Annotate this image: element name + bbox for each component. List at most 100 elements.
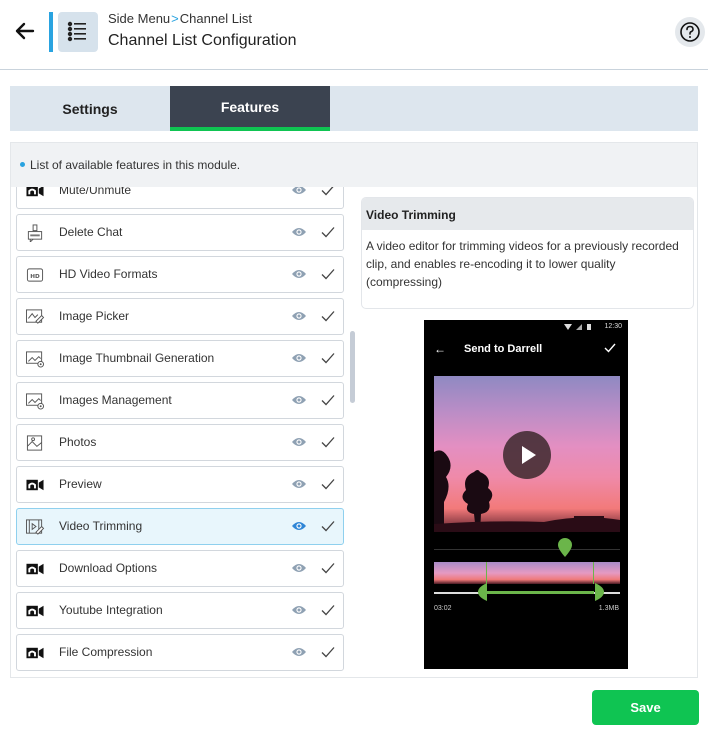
feature-label: Video Trimming	[59, 519, 143, 533]
trim-selection	[486, 591, 594, 594]
feature-item[interactable]: Images Management	[16, 382, 344, 419]
feature-item[interactable]: Mute/Unmute	[16, 187, 344, 209]
breadcrumb-separator: >	[171, 11, 179, 26]
check-icon[interactable]	[321, 477, 335, 491]
page-header: Side Menu>Channel List Channel List Conf…	[0, 0, 708, 70]
feature-item[interactable]: Image Thumbnail Generation	[16, 340, 344, 377]
eye-icon[interactable]	[291, 478, 307, 490]
check-icon[interactable]	[321, 309, 335, 323]
check-icon[interactable]	[321, 519, 335, 533]
feature-item[interactable]: Preview	[16, 466, 344, 503]
feature-label: Youtube Integration	[59, 603, 163, 617]
feature-label: Image Thumbnail Generation	[59, 351, 215, 365]
preview-check-icon	[604, 343, 616, 353]
image-settings-icon	[26, 351, 44, 368]
feature-list-scrollbar[interactable]	[350, 331, 355, 403]
arrow-left-icon	[15, 22, 35, 40]
preview-video	[434, 376, 620, 532]
feature-item[interactable]: Image Picker	[16, 298, 344, 335]
question-circle-icon	[680, 22, 700, 42]
check-icon[interactable]	[321, 187, 335, 197]
check-icon[interactable]	[321, 393, 335, 407]
breadcrumb-current: Channel List	[179, 11, 253, 26]
check-icon[interactable]	[321, 561, 335, 575]
eye-icon[interactable]	[291, 562, 307, 574]
feature-item[interactable]: Photos	[16, 424, 344, 461]
detail-title: Video Trimming	[362, 198, 693, 230]
photo-icon	[26, 435, 43, 451]
eye-icon[interactable]	[291, 520, 307, 532]
feature-item[interactable]: Download Options	[16, 550, 344, 587]
check-icon[interactable]	[321, 645, 335, 659]
check-icon[interactable]	[321, 603, 335, 617]
accent-bar	[49, 12, 53, 52]
feature-label: Image Picker	[59, 309, 130, 323]
eye-icon[interactable]	[291, 436, 307, 448]
help-button[interactable]	[675, 17, 705, 47]
eye-icon[interactable]	[291, 646, 307, 658]
breadcrumb: Side Menu>Channel List	[108, 11, 252, 26]
trim-handle-right	[595, 583, 604, 601]
save-button[interactable]: Save	[592, 690, 699, 725]
feature-detail-card: Video Trimming A video editor for trimmi…	[361, 197, 694, 309]
feature-item[interactable]: File Compression	[16, 634, 344, 671]
hd-icon: HD	[26, 268, 44, 282]
eye-icon[interactable]	[291, 310, 307, 322]
file-size: 1.3MB	[598, 605, 619, 612]
eye-icon[interactable]	[291, 268, 307, 280]
features-panel: List of available features in this modul…	[10, 142, 698, 678]
eye-icon[interactable]	[291, 187, 307, 196]
feature-label: HD Video Formats	[59, 267, 158, 281]
feature-label: Download Options	[59, 561, 158, 575]
camera-video-icon	[26, 563, 44, 575]
check-icon[interactable]	[321, 225, 335, 239]
check-icon[interactable]	[321, 351, 335, 365]
seek-line	[434, 549, 620, 550]
play-icon	[503, 431, 551, 479]
list-icon	[67, 21, 86, 42]
feature-label: Delete Chat	[59, 225, 123, 239]
tab-features[interactable]: Features	[170, 86, 330, 131]
check-icon[interactable]	[321, 267, 335, 281]
bullet-dot	[20, 162, 25, 168]
back-button[interactable]	[12, 18, 38, 44]
feature-label: Mute/Unmute	[59, 187, 132, 197]
feature-item[interactable]: HD HD Video Formats	[16, 256, 344, 293]
seek-pin-icon	[558, 538, 572, 557]
eye-icon[interactable]	[291, 226, 307, 238]
feature-label: Images Management	[59, 393, 172, 407]
eye-icon[interactable]	[291, 394, 307, 406]
feature-preview-image: 12:30 ← Send to Darrell 03:02 1.3MB	[424, 320, 628, 669]
feature-list: Mute/Unmute Delete Chat HD HD Video Formats…	[16, 187, 346, 677]
svg-text:HD: HD	[30, 274, 40, 280]
camera-video-icon	[26, 187, 44, 197]
feature-item[interactable]: Video Trimming	[16, 508, 344, 545]
eye-icon[interactable]	[291, 604, 307, 616]
status-time: 12:30	[604, 323, 622, 330]
camera-video-icon	[26, 605, 44, 617]
feature-item[interactable]: Youtube Integration	[16, 592, 344, 629]
trim-selection-box	[486, 562, 594, 584]
feature-item[interactable]: Delete Chat	[16, 214, 344, 251]
trim-handle-left	[478, 583, 487, 601]
feature-label: File Compression	[59, 645, 153, 659]
image-edit-icon	[26, 309, 45, 324]
info-text: List of available features in this modul…	[30, 158, 241, 172]
tab-settings[interactable]: Settings	[10, 86, 170, 131]
feature-label: Photos	[59, 435, 97, 449]
preview-screen-title: Send to Darrell	[464, 343, 543, 355]
delete-chat-icon	[27, 224, 43, 242]
eye-icon[interactable]	[291, 352, 307, 364]
detail-description: A video editor for trimming videos for a…	[366, 239, 679, 289]
preview-back-icon: ←	[434, 342, 446, 356]
feature-label: Preview	[59, 477, 102, 491]
page-title: Channel List Configuration	[108, 32, 297, 49]
tab-bar: Settings Features	[10, 86, 698, 131]
check-icon[interactable]	[321, 435, 335, 449]
info-banner: List of available features in this modul…	[11, 143, 697, 187]
module-icon-tile	[58, 12, 98, 52]
breadcrumb-parent[interactable]: Side Menu	[108, 11, 170, 26]
camera-video-icon	[26, 479, 44, 491]
image-settings-icon	[26, 393, 44, 410]
status-bar-icons	[564, 324, 591, 330]
